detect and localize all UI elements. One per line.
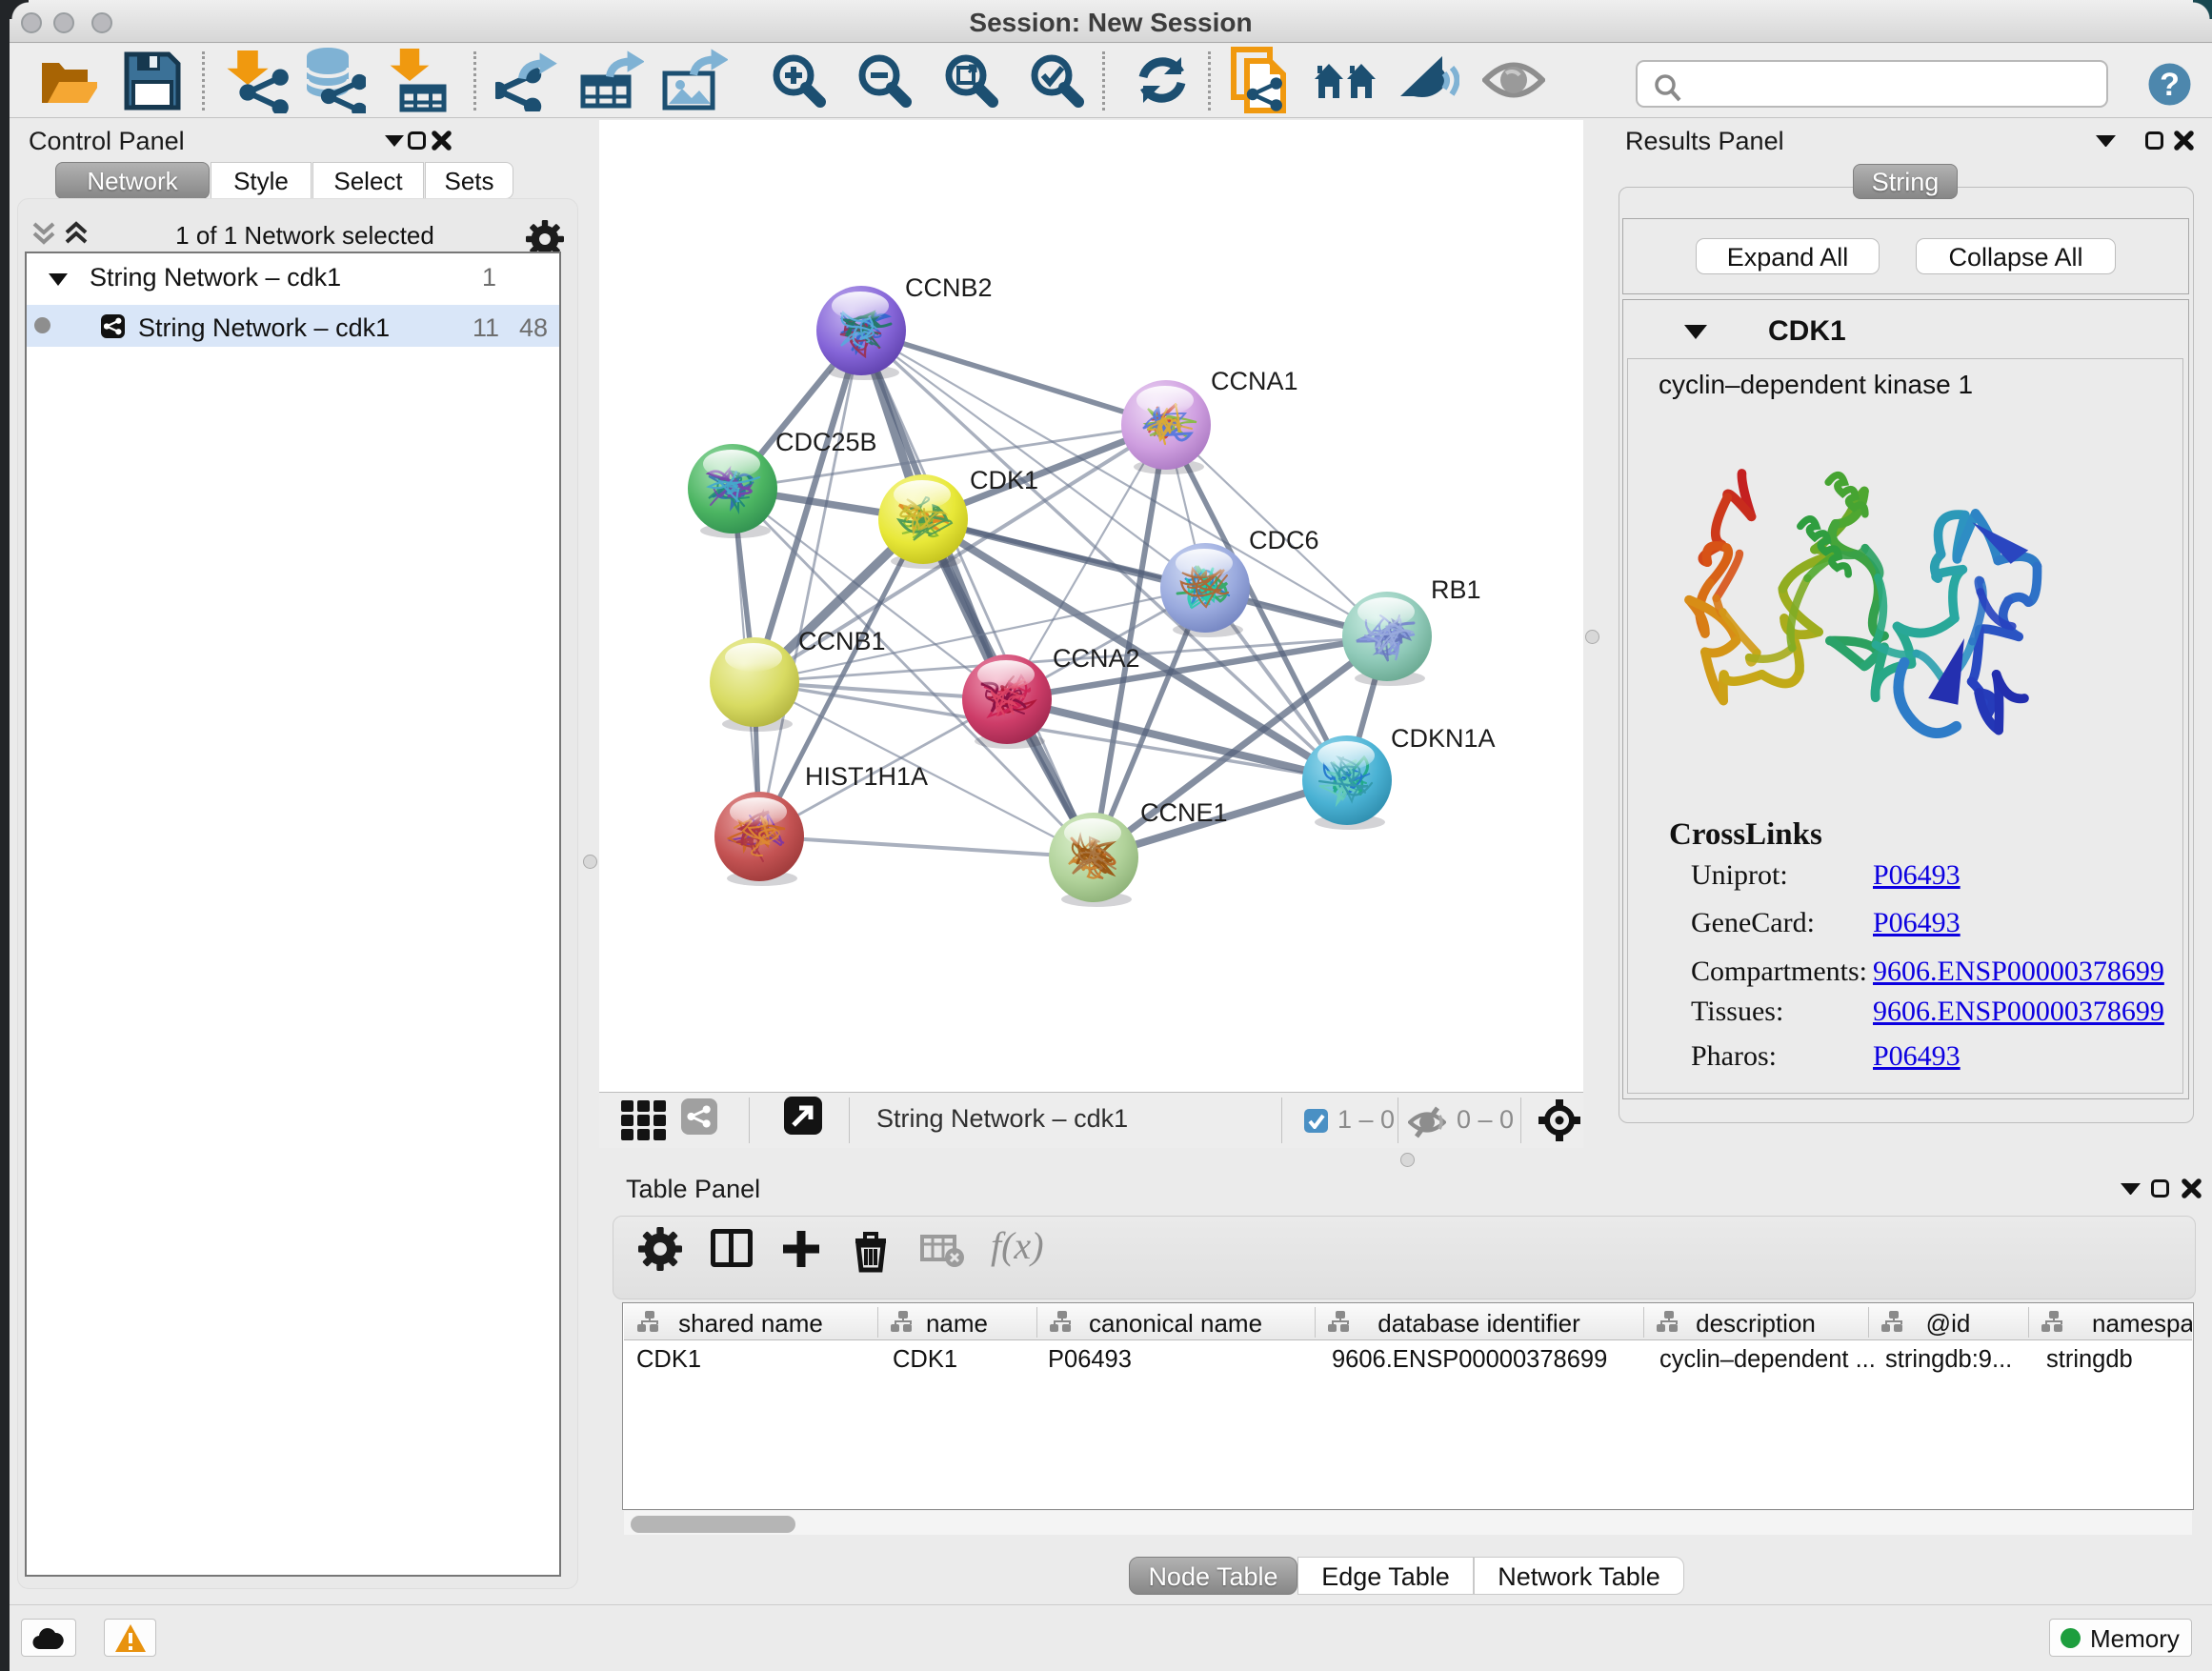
svg-text:?: ? — [2160, 67, 2180, 103]
